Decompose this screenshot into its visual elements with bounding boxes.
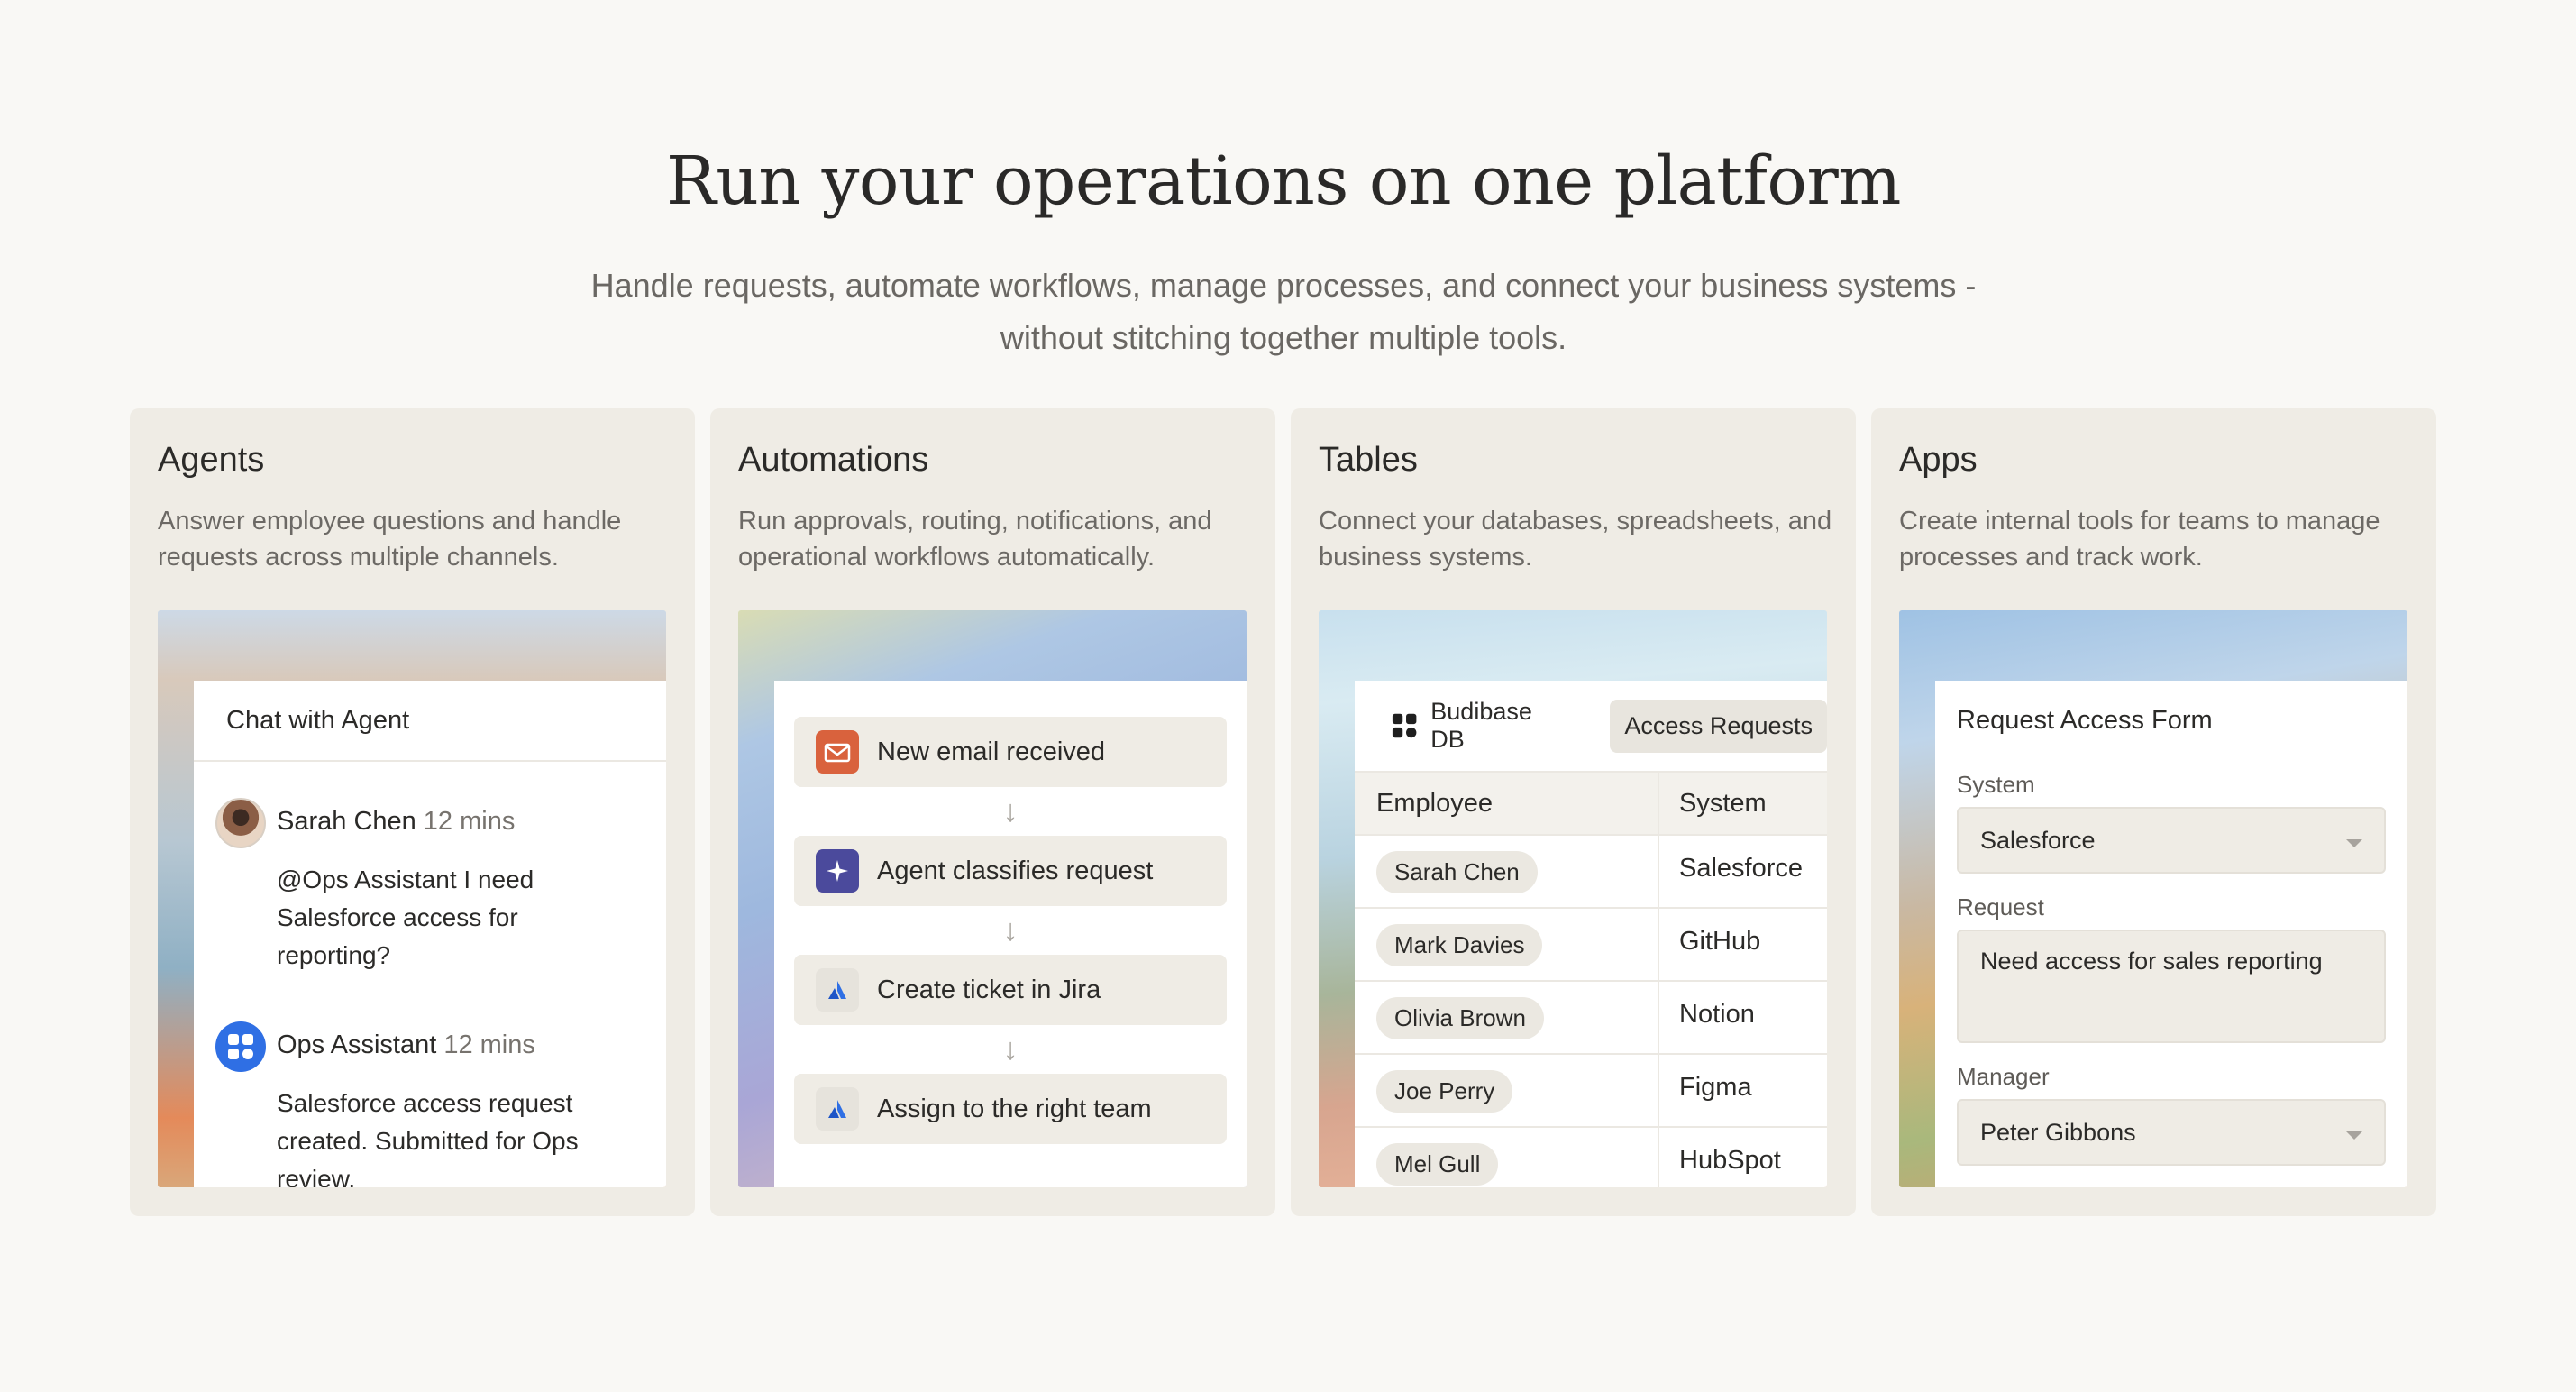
painting-background: Request Access Form System Salesforce Re… xyxy=(1899,610,2407,1187)
card-description: Connect your databases, spreadsheets, an… xyxy=(1319,507,1832,572)
table-header: Employee System xyxy=(1355,771,1827,834)
card-title: Automations xyxy=(738,441,929,479)
arrow-down-icon: ↓ xyxy=(1002,1032,1019,1067)
message-author: Ops Assistant xyxy=(277,1030,437,1059)
budibase-logo-icon xyxy=(1392,713,1417,738)
step-label: Create ticket in Jira xyxy=(877,975,1101,1004)
column-divider xyxy=(1658,771,1659,1187)
card-title: Agents xyxy=(158,441,265,479)
card-apps: Apps Create internal tools for teams to … xyxy=(1871,408,2436,1216)
painting-background: Budibase DB Access Requests Employee Sys… xyxy=(1319,610,1827,1187)
workflow-step[interactable]: New email received xyxy=(794,717,1227,787)
jira-icon xyxy=(816,968,859,1012)
painting-background: New email received ↓ Agent classifies re… xyxy=(738,610,1247,1187)
table-row[interactable]: Mel Gull HubSpot xyxy=(1355,1126,1827,1187)
sparkle-icon xyxy=(816,849,859,893)
field-label: System xyxy=(1957,771,2035,798)
field-label: Manager xyxy=(1957,1063,2050,1090)
system-cell: Salesforce xyxy=(1679,854,1804,883)
tab-access-requests[interactable]: Access Requests xyxy=(1610,699,1827,753)
employee-chip: Mark Davies xyxy=(1376,924,1543,966)
system-cell: GitHub xyxy=(1679,927,1761,956)
card-description: Run approvals, routing, notifications, a… xyxy=(738,507,1212,572)
manager-select[interactable]: Peter Gibbons xyxy=(1957,1099,2386,1166)
table-row[interactable]: Mark Davies GitHub xyxy=(1355,907,1827,980)
card-tables: Tables Connect your databases, spreadshe… xyxy=(1291,408,1856,1216)
tab-budibase-db[interactable]: Budibase DB xyxy=(1391,698,1565,754)
painting-background: Chat with Agent Sarah Chen 12 mins @Ops A… xyxy=(158,610,666,1187)
table-tabs: Budibase DB Access Requests xyxy=(1355,681,1827,771)
card-description: Create internal tools for teams to manag… xyxy=(1899,507,2380,572)
message-author: Sarah Chen xyxy=(277,807,416,836)
table-row[interactable]: Sarah Chen Salesforce xyxy=(1355,834,1827,907)
table-row[interactable]: Joe Perry Figma xyxy=(1355,1053,1827,1126)
system-select[interactable]: Salesforce xyxy=(1957,807,2386,874)
chevron-down-icon xyxy=(2346,1131,2362,1140)
budibase-logo-icon xyxy=(228,1034,253,1059)
card-automations: Automations Run approvals, routing, noti… xyxy=(710,408,1275,1216)
arrow-down-icon: ↓ xyxy=(1002,794,1019,829)
form-title: Request Access Form xyxy=(1957,706,2213,735)
message-text: Salesforce access request created. Submi… xyxy=(277,1089,579,1187)
card-title: Apps xyxy=(1899,441,1978,479)
page-subtitle: Handle requests, automate workflows, man… xyxy=(590,267,1977,356)
avatar xyxy=(215,1021,266,1072)
message-text: @Ops Assistant I need Salesforce access … xyxy=(277,865,534,969)
request-textarea[interactable]: Need access for sales reporting xyxy=(1957,930,2386,1043)
system-cell: Notion xyxy=(1679,1000,1755,1029)
card-title: Tables xyxy=(1319,441,1418,479)
employee-chip: Mel Gull xyxy=(1376,1143,1499,1186)
system-cell: Figma xyxy=(1679,1073,1752,1102)
workflow-step[interactable]: Create ticket in Jira xyxy=(794,955,1227,1025)
chat-panel: Chat with Agent Sarah Chen 12 mins @Ops A… xyxy=(194,681,666,1187)
step-label: Agent classifies request xyxy=(877,856,1154,885)
chevron-down-icon xyxy=(2346,839,2362,847)
arrow-down-icon: ↓ xyxy=(1002,913,1019,948)
avatar xyxy=(215,798,266,848)
workflow-step[interactable]: Assign to the right team xyxy=(794,1074,1227,1144)
step-label: Assign to the right team xyxy=(877,1094,1152,1123)
select-value: Salesforce xyxy=(1980,827,2096,854)
step-label: New email received xyxy=(877,737,1106,766)
form-panel: Request Access Form System Salesforce Re… xyxy=(1935,681,2407,1187)
envelope-icon xyxy=(816,730,859,774)
select-value: Peter Gibbons xyxy=(1980,1119,2136,1146)
message-time: 12 mins xyxy=(423,807,516,836)
table-panel: Budibase DB Access Requests Employee Sys… xyxy=(1355,681,1827,1187)
employee-chip: Olivia Brown xyxy=(1376,997,1544,1039)
table-row[interactable]: Olivia Brown Notion xyxy=(1355,980,1827,1053)
column-header: System xyxy=(1679,789,1767,818)
chat-header: Chat with Agent xyxy=(194,681,666,762)
employee-chip: Joe Perry xyxy=(1376,1070,1513,1113)
system-cell: HubSpot xyxy=(1679,1146,1781,1175)
employee-chip: Sarah Chen xyxy=(1376,851,1538,893)
field-label: Request xyxy=(1957,893,2044,920)
jira-icon xyxy=(816,1087,859,1131)
card-description: Answer employee questions and handle req… xyxy=(158,507,622,572)
workflow-step[interactable]: Agent classifies request xyxy=(794,836,1227,906)
workflow-panel: New email received ↓ Agent classifies re… xyxy=(774,681,1247,1187)
card-agents: Agents Answer employee questions and han… xyxy=(130,408,695,1216)
tab-label: Budibase DB xyxy=(1430,698,1532,753)
message-time: 12 mins xyxy=(443,1030,535,1059)
page-title: Run your operations on one platform xyxy=(666,142,1901,220)
column-header: Employee xyxy=(1376,789,1493,818)
